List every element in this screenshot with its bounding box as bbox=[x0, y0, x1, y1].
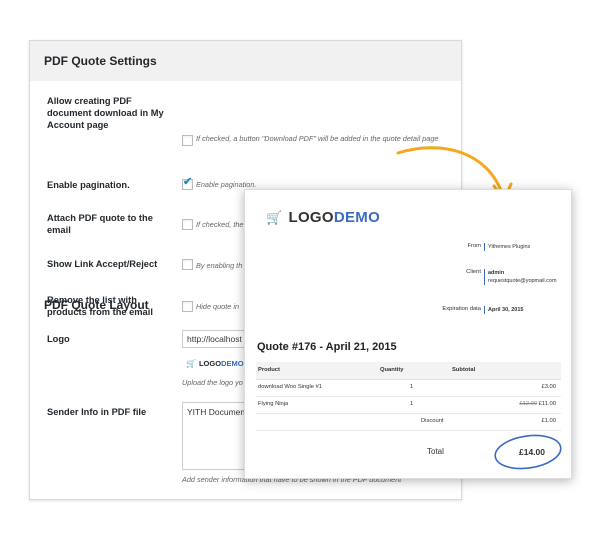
item-subtotal: £3.00 bbox=[541, 384, 556, 390]
pdf-logo-text-a: LOGO bbox=[288, 209, 334, 226]
quote-title: Quote #176 - April 21, 2015 bbox=[257, 341, 397, 353]
pdf-logo-text-b: DEMO bbox=[333, 209, 381, 226]
client-info: admin requestquote@yopmail.com bbox=[484, 269, 557, 285]
client-name: admin bbox=[488, 270, 505, 276]
item-old-price: £12.00 bbox=[519, 401, 538, 407]
cart-icon: 🛒 bbox=[266, 210, 283, 225]
col-subtotal: Subtotal bbox=[452, 367, 476, 373]
pdf-quote-preview: 🛒 LOGODEMO From Yithemes Plugins Client a… bbox=[244, 189, 572, 479]
expiration-label: Expiration data bbox=[442, 306, 481, 312]
pdf-logo: 🛒 LOGODEMO bbox=[266, 209, 380, 226]
item-qty: 1 bbox=[410, 384, 414, 390]
col-product: Product bbox=[258, 367, 280, 373]
table-row: Flying Ninja 1 £12.00 £11.00 bbox=[256, 396, 561, 414]
total-label: Total bbox=[427, 447, 444, 456]
item-subtotal: £11.00 bbox=[538, 401, 556, 407]
from-label: From bbox=[467, 243, 481, 249]
item-subtotal-group: £12.00 £11.00 bbox=[519, 396, 556, 413]
client-label: Client bbox=[466, 269, 481, 275]
item-product: Flying Ninja bbox=[258, 401, 289, 407]
table-header: Product Quantity Subtotal bbox=[256, 362, 561, 380]
highlight-circle-icon bbox=[494, 434, 562, 470]
discount-value: £1.00 bbox=[541, 418, 556, 424]
discount-row: Discount £1.00 bbox=[256, 413, 561, 431]
client-email: requestquote@yopmail.com bbox=[488, 278, 557, 284]
from-value: Yithemes Plugins bbox=[484, 243, 530, 251]
col-quantity: Quantity bbox=[380, 367, 404, 373]
item-qty: 1 bbox=[410, 401, 414, 407]
discount-label: Discount bbox=[421, 418, 444, 424]
expiration-value: April 30, 2015 bbox=[484, 306, 523, 314]
table-row: download Woo Single #1 1 £3.00 bbox=[256, 379, 561, 397]
item-product: download Woo Single #1 bbox=[258, 384, 323, 390]
